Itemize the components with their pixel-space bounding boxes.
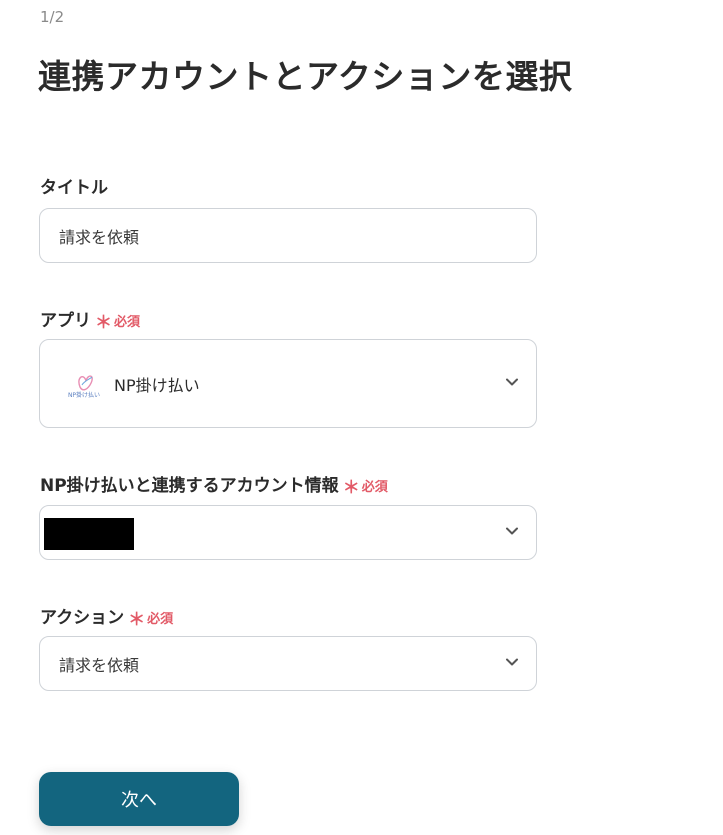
account-field-label: NP掛け払いと連携するアカウント情報＊必須 bbox=[40, 471, 388, 498]
chevron-down-icon bbox=[506, 378, 518, 385]
np-kakebarai-logo-icon: NP掛け払い bbox=[68, 374, 100, 399]
required-asterisk-icon: ＊ bbox=[95, 313, 112, 333]
required-badge: ＊必須 bbox=[128, 610, 174, 630]
account-label-text: NP掛け払いと連携するアカウント情報 bbox=[40, 476, 339, 496]
selected-app-name: NP掛け払い bbox=[114, 375, 200, 395]
chevron-down-icon bbox=[506, 527, 518, 534]
page: 1/2 連携アカウントとアクションを選択 タイトル 請求を依頼 アプリ＊必須 N… bbox=[0, 0, 723, 835]
required-badge: ＊必須 bbox=[95, 313, 141, 333]
app-field-label: アプリ＊必須 bbox=[40, 306, 140, 333]
action-select-value: 請求を依頼 bbox=[59, 655, 140, 675]
title-label-text: タイトル bbox=[40, 178, 108, 198]
redacted-account-value bbox=[44, 518, 134, 550]
next-button[interactable]: 次へ bbox=[39, 772, 239, 826]
title-field-label: タイトル bbox=[40, 173, 108, 198]
title-input[interactable]: 請求を依頼 bbox=[39, 208, 537, 263]
required-text: 必須 bbox=[114, 315, 141, 330]
required-text: 必須 bbox=[361, 480, 388, 495]
logo-text: NP掛け払い bbox=[68, 391, 100, 399]
action-field-label: アクション＊必須 bbox=[40, 603, 173, 630]
required-text: 必須 bbox=[147, 612, 174, 627]
chevron-down-icon bbox=[506, 658, 518, 665]
app-label-text: アプリ bbox=[40, 311, 91, 331]
app-select[interactable]: NP掛け払い NP掛け払い bbox=[39, 339, 537, 428]
required-asterisk-icon: ＊ bbox=[342, 478, 360, 498]
page-title: 連携アカウントとアクションを選択 bbox=[38, 57, 573, 96]
step-indicator: 1/2 bbox=[40, 8, 65, 26]
required-badge: ＊必須 bbox=[342, 478, 388, 498]
required-asterisk-icon: ＊ bbox=[128, 610, 146, 630]
title-input-value: 請求を依頼 bbox=[59, 227, 140, 247]
action-label-text: アクション bbox=[40, 608, 125, 628]
account-select[interactable] bbox=[39, 505, 537, 560]
action-select[interactable]: 請求を依頼 bbox=[39, 636, 537, 691]
